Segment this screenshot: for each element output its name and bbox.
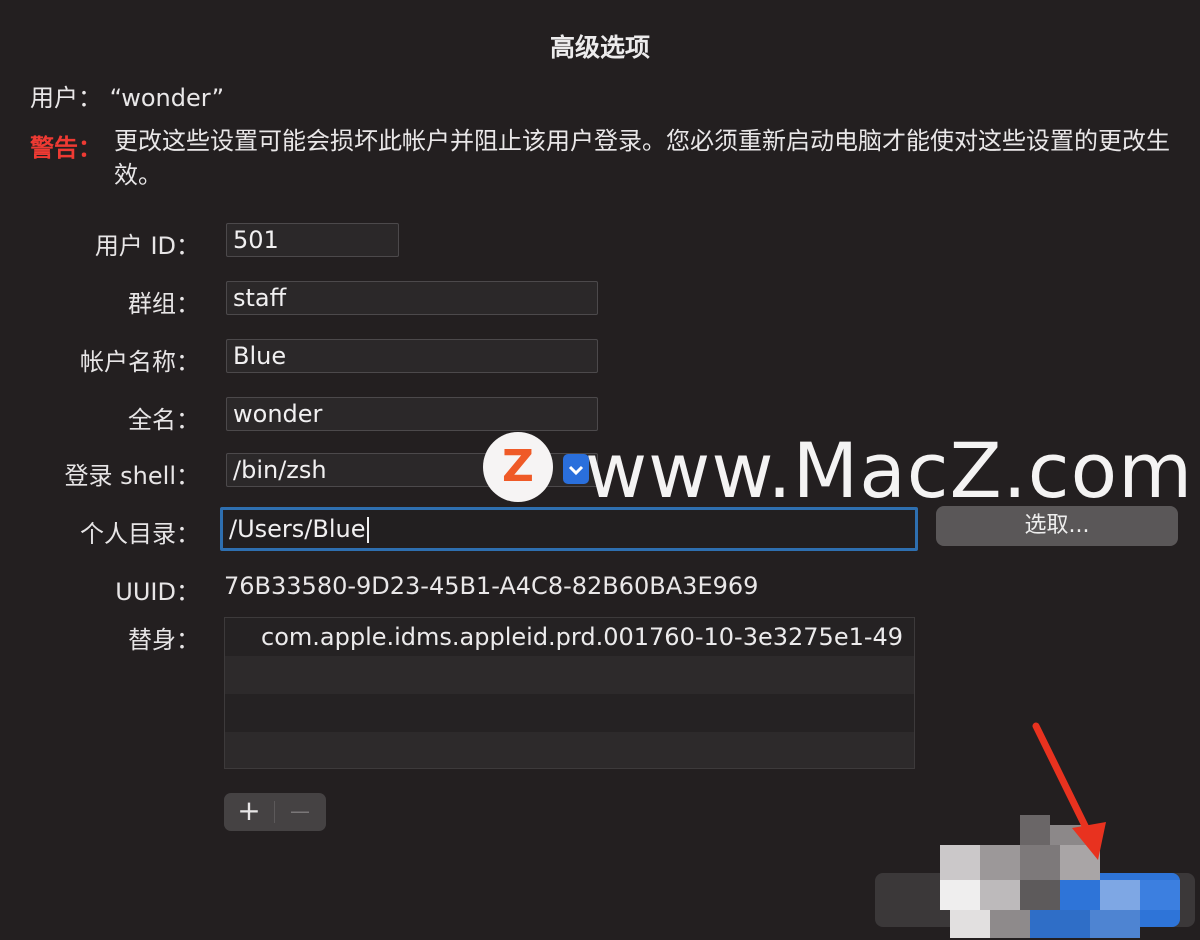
watermark: Z www.MacZ.com <box>483 426 1192 515</box>
uuid-value: 76B33580-9D23-45B1-A4C8-82B60BA3E969 <box>224 572 759 600</box>
user-name-value: “wonder” <box>109 84 225 112</box>
mosaic-block <box>950 910 990 938</box>
home-dir-label: 个人目录： <box>80 520 200 548</box>
user-id-label: 用户 ID： <box>94 232 200 260</box>
full-name-field[interactable]: wonder <box>226 397 598 431</box>
text-cursor <box>366 517 369 543</box>
watermark-logo: Z <box>483 432 553 502</box>
mosaic-block <box>1140 880 1180 910</box>
user-label: 用户： <box>30 84 102 112</box>
list-item-empty <box>225 694 914 732</box>
mosaic-block <box>990 910 1030 938</box>
list-item-empty <box>225 732 914 768</box>
account-name-label: 帐户名称： <box>80 348 200 376</box>
home-dir-value: /Users/Blue <box>229 515 366 543</box>
add-remove-control: + — <box>224 793 326 831</box>
remove-alias-button[interactable]: — <box>275 793 325 831</box>
mosaic-block <box>1020 880 1060 910</box>
mosaic-block <box>980 880 1020 910</box>
user-line: 用户： “wonder” <box>30 78 224 113</box>
list-item-empty <box>225 656 914 694</box>
warning-label: 警告： <box>30 134 102 162</box>
uuid-label: UUID： <box>115 578 200 606</box>
aliases-list[interactable]: com.apple.idms.appleid.prd.001760-10-3e3… <box>224 617 915 769</box>
user-id-field[interactable]: 501 <box>226 223 399 257</box>
login-shell-value: /bin/zsh <box>233 456 327 484</box>
red-arrow-icon <box>1032 722 1106 860</box>
mosaic-block <box>1100 880 1140 910</box>
dialog-title: 高级选项 <box>549 33 650 62</box>
login-shell-label: 登录 shell： <box>64 462 200 490</box>
full-name-label: 全名： <box>128 406 200 434</box>
account-name-field[interactable]: Blue <box>226 339 598 373</box>
mosaic-block <box>940 845 980 880</box>
watermark-text: www.MacZ.com <box>585 426 1194 515</box>
mosaic-block <box>940 880 980 910</box>
mosaic-block <box>1030 910 1090 938</box>
mosaic-block <box>1090 910 1140 938</box>
group-field[interactable]: staff <box>226 281 598 315</box>
mosaic-block <box>980 845 1020 880</box>
aliases-label: 替身： <box>128 626 200 654</box>
warning-text: 更改这些设置可能会损坏此帐户并阻止该用户登录。您必须重新启动电脑才能使对这些设置… <box>114 127 1170 189</box>
group-label: 群组： <box>128 290 200 318</box>
add-alias-button[interactable]: + <box>224 793 274 831</box>
list-item[interactable]: com.apple.idms.appleid.prd.001760-10-3e3… <box>225 618 914 656</box>
